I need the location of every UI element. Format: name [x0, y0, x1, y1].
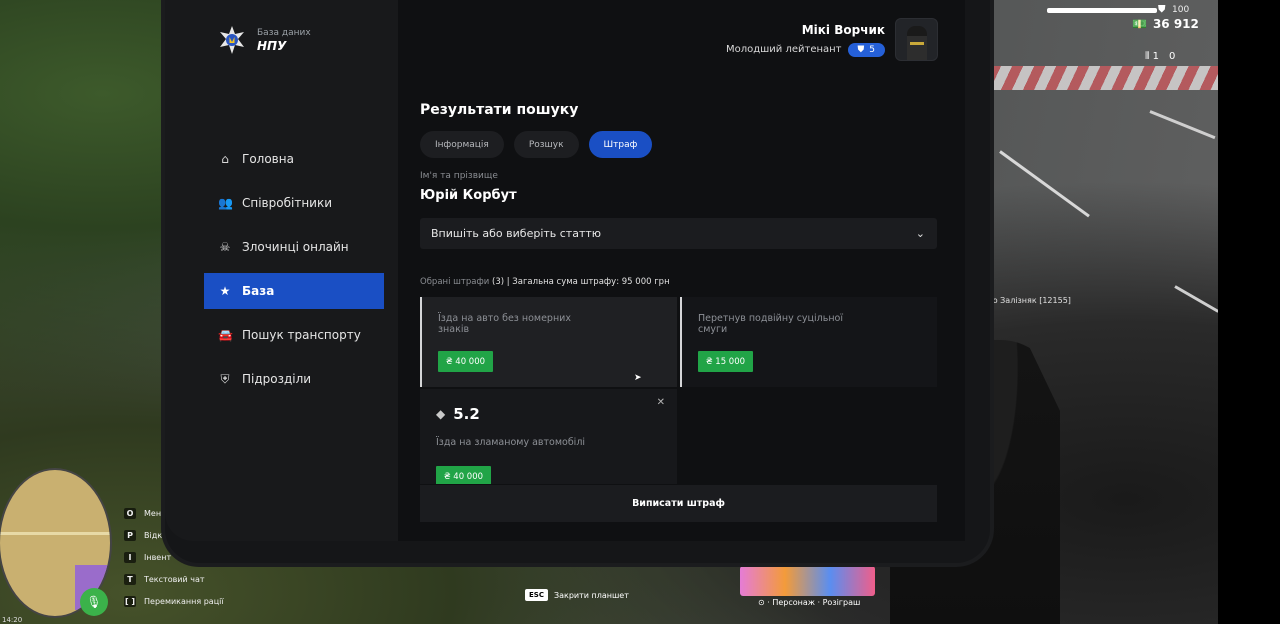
chevron-down-icon: ⌄: [915, 227, 925, 240]
article-select-placeholder: Впишіть або виберіть статтю: [431, 227, 602, 240]
fine-card: Перетнув подвійну суцільної смуги ₴ 15 0…: [680, 297, 937, 387]
police-star-icon: [217, 25, 247, 55]
hotkey-item: [ ] Перемикання рації: [124, 595, 224, 607]
road-marking: [1149, 110, 1216, 140]
close-tablet-label: Закрити планшет: [553, 590, 629, 600]
sidebar-item-employees[interactable]: 👥 Співробітники: [204, 185, 384, 221]
screen-edge: [1218, 0, 1280, 624]
shield-icon: ⛊: [857, 44, 865, 55]
microphone-icon[interactable]: 🎙: [80, 588, 108, 616]
health-bar: [1047, 8, 1157, 13]
fine-description: Їзда на авто без номерних знаків: [438, 313, 571, 335]
brand: База даних НПУ: [217, 25, 311, 55]
ammo-total: 0: [1168, 51, 1176, 62]
promo-caption: ⊙ · Персонаж · Розіграш: [758, 598, 861, 607]
money-value: 36 912: [1152, 17, 1199, 31]
shield-icon: ⛨: [220, 371, 230, 386]
rank-level-badge: ⛊ 5: [847, 42, 885, 57]
sidebar-item-vehicle-search[interactable]: 🚘 Пошук транспорту: [204, 317, 384, 353]
fine-amount: ₴ 15 000: [698, 351, 754, 372]
ammo-display: ⦀ 1 0: [1145, 51, 1175, 62]
brand-db-label: База даних: [257, 27, 311, 38]
sidebar-nav: ⌂ Головна 👥 Співробітники ☠ Злочинці онл…: [204, 141, 384, 405]
brand-name: НПУ: [257, 38, 287, 53]
remove-fine-icon[interactable]: ✕: [657, 397, 665, 408]
player-nametag: тро Залізняк [12155]: [983, 296, 1071, 305]
sidebar-item-criminals-online[interactable]: ☠ Злочинці онлайн: [204, 229, 384, 265]
result-tabs: Інформація Розшук Штраф: [420, 131, 653, 158]
close-tablet-hint: ESC Закрити планшет: [525, 589, 629, 601]
fine-amount: ₴ 40 000: [436, 466, 492, 484]
esc-key: ESC: [525, 589, 548, 601]
user-profile: Мікі Ворчик Молодший лейтенант ⛊ 5: [726, 18, 938, 61]
fine-description: Їзда на зламаному автомобілі: [436, 437, 586, 448]
profile-rank: Молодший лейтенант: [725, 44, 842, 55]
star-icon: ★: [219, 284, 231, 298]
armor-icon: ⛊: [1158, 4, 1166, 15]
profile-name: Мікі Ворчик: [801, 22, 885, 37]
article-select[interactable]: Впишіть або виберіть статтю ⌄: [420, 218, 937, 249]
promo-banner[interactable]: [740, 566, 875, 596]
mouse-cursor-icon: ➤: [634, 373, 642, 383]
name-label: Ім'я та прізвище: [420, 171, 498, 181]
money-icon: 💵: [1132, 17, 1147, 31]
person-name: Юрій Корбут: [420, 188, 517, 203]
game-clock: 14:20: [2, 616, 23, 624]
police-tablet: База даних НПУ ⌂ Головна 👥 Співробітники…: [165, 0, 990, 563]
profile-rank-row: Молодший лейтенант ⛊ 5: [725, 42, 885, 57]
skull-icon: ☠: [219, 240, 231, 254]
ammo-clip: ⦀ 1: [1145, 51, 1159, 62]
selected-fines-list: Їзда на авто без номерних знаків ₴ 40 00…: [420, 297, 937, 484]
fine-description: Перетнув подвійну суцільної смуги: [698, 313, 843, 335]
home-icon: ⌂: [221, 152, 229, 166]
fine-amount: ₴ 40 000: [438, 351, 494, 372]
avatar-figure: [906, 26, 927, 60]
fine-header: ◆ 5.2: [436, 405, 661, 423]
car-icon: 🚘: [218, 328, 233, 342]
main-panel: Мікі Ворчик Молодший лейтенант ⛊ 5 Резул…: [398, 0, 965, 541]
road-marking: [999, 150, 1090, 218]
hotkey-item: T Текстовий чат: [124, 568, 224, 590]
issue-fine-button[interactable]: Виписати штраф: [420, 485, 937, 522]
avatar: [895, 18, 938, 61]
tab-information[interactable]: Інформація: [420, 131, 504, 158]
tab-wanted[interactable]: Розшук: [513, 131, 579, 158]
fine-article-code: 5.2: [453, 405, 480, 423]
money-display: 💵 36 912: [1132, 17, 1199, 31]
road-marking: [1174, 285, 1220, 313]
people-icon: 👥: [218, 196, 233, 210]
sidebar: База даних НПУ ⌂ Головна 👥 Співробітники…: [165, 0, 398, 541]
sidebar-item-database[interactable]: ★ База: [204, 273, 384, 309]
fines-summary: Обрані штрафи (3) | Загальна сума штрафу…: [420, 277, 670, 287]
tab-fine[interactable]: Штраф: [588, 131, 653, 158]
sidebar-item-units[interactable]: ⛨ Підрозділи: [204, 361, 384, 397]
fine-card: ◆ 5.2 Їзда на зламаному автомобілі ₴ 40 …: [420, 389, 677, 484]
armor-value: 100: [1172, 5, 1190, 15]
page-title: Результати пошуку: [420, 102, 579, 118]
sidebar-item-home[interactable]: ⌂ Головна: [204, 141, 384, 177]
tag-icon: ◆: [436, 407, 446, 421]
road-crosswalk: [990, 66, 1218, 90]
